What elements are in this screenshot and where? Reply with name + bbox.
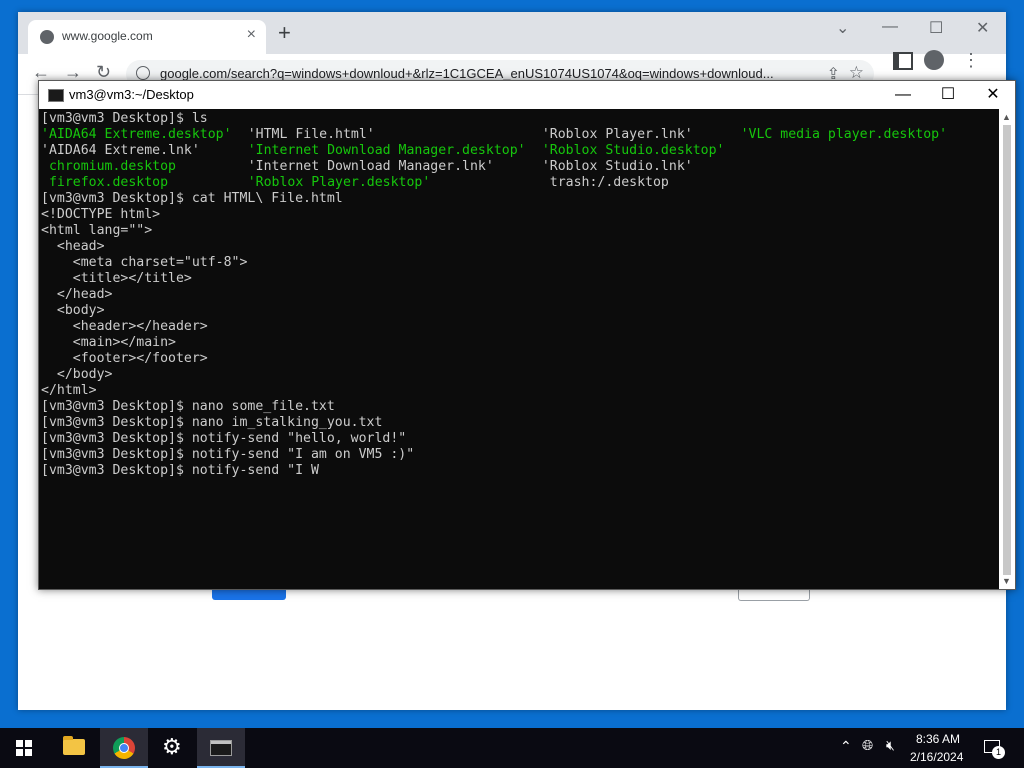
terminal-maximize-icon[interactable]: ☐ (925, 82, 971, 108)
chrome-tab-bar: www.google.com × + ⌄ — ☐ ✕ (18, 12, 1006, 54)
terminal-text: 'Internet Download Manager.lnk' (247, 159, 494, 174)
terminal-titlebar[interactable]: vm3@vm3:~/Desktop — ☐ ✕ (39, 81, 1015, 109)
terminal-line: <footer></footer> (41, 351, 999, 367)
terminal-line: </body> (41, 367, 999, 383)
taskbar: ⚙ ⌃ 🌐︎ 🔇︎ (0, 728, 1024, 768)
start-button[interactable] (0, 728, 48, 768)
scroll-thumb[interactable] (1003, 125, 1011, 575)
terminal-text: <title></title> (41, 271, 192, 286)
chrome-tab[interactable]: www.google.com × (28, 20, 266, 54)
terminal-line: 'AIDA64 Extreme.lnk' 'Internet Download M… (41, 143, 999, 159)
terminal-text: [vm3@vm3 Desktop]$ cat HTML\ File.html (41, 191, 343, 206)
more-menu-icon[interactable]: ⋮ (962, 50, 980, 71)
tab-title: www.google.com (62, 29, 153, 43)
terminal-text: 'HTML File.html' (247, 127, 375, 142)
tab-close-icon[interactable]: × (247, 26, 256, 44)
terminal-line: [vm3@vm3 Desktop]$ notify-send "I am on … (41, 447, 999, 463)
terminal-text: 'Roblox Player.desktop' (247, 175, 431, 190)
terminal-close-icon[interactable]: ✕ (970, 82, 1016, 108)
notification-badge: 1 (992, 746, 1005, 759)
terminal-text: 'AIDA64 Extreme.lnk' (41, 143, 200, 158)
terminal-text: [vm3@vm3 Desktop]$ nano im_stalking_you.… (41, 415, 383, 430)
terminal-text: firefox.desktop (41, 175, 169, 190)
minimize-icon[interactable]: — (882, 18, 898, 36)
terminal-text: [vm3@vm3 Desktop]$ notify-send "I am on … (41, 447, 415, 462)
terminal-text: chromium.desktop (41, 159, 176, 174)
terminal-app-icon (210, 740, 232, 756)
terminal-line: </head> (41, 287, 999, 303)
terminal-text: 'Roblox Studio.desktop' (541, 143, 725, 158)
terminal-text: 'Internet Download Manager.desktop' (247, 143, 526, 158)
terminal-text: <main></main> (41, 335, 176, 350)
terminal-scrollbar[interactable]: ▲ ▼ (999, 109, 1015, 589)
terminal-line: <!DOCTYPE html> (41, 207, 999, 223)
new-tab-icon[interactable]: + (278, 22, 291, 44)
terminal-minimize-icon[interactable]: — (880, 82, 926, 108)
terminal-text: </head> (41, 287, 113, 302)
windows-logo-icon (16, 740, 32, 756)
scroll-up-icon[interactable]: ▲ (1002, 112, 1011, 122)
terminal-text: trash:/.desktop (541, 175, 669, 190)
terminal-line: <main></main> (41, 335, 999, 351)
terminal-text: [vm3@vm3 Desktop]$ notify-send "hello, w… (41, 431, 407, 446)
terminal-line: chromium.desktop 'Internet Download Manag… (41, 159, 999, 175)
profile-avatar-icon[interactable] (924, 50, 944, 70)
terminal-text: <head> (41, 239, 105, 254)
terminal-line: <title></title> (41, 271, 999, 287)
terminal-line: [vm3@vm3 Desktop]$ cat HTML\ File.html (41, 191, 999, 207)
taskbar-chrome[interactable] (100, 728, 148, 768)
close-icon[interactable]: ✕ (976, 18, 989, 38)
gear-icon: ⚙ (162, 734, 182, 759)
terminal-text: <html lang=""> (41, 223, 153, 238)
terminal-line: <meta charset="utf-8"> (41, 255, 999, 271)
taskbar-settings[interactable]: ⚙ (148, 728, 196, 768)
terminal-icon (48, 89, 64, 102)
terminal-text: [vm3@vm3 Desktop]$ notify-send "I W (41, 463, 319, 478)
terminal-text: 'VLC media player.desktop' (740, 127, 948, 142)
terminal-line: [vm3@vm3 Desktop]$ ls (41, 111, 999, 127)
terminal-text: </html> (41, 383, 97, 398)
clock-time[interactable]: 8:36 AM (916, 732, 960, 746)
side-panel-icon[interactable] (893, 52, 913, 70)
terminal-line: 'AIDA64 Extreme.desktop' 'HTML File.html'… (41, 127, 999, 143)
terminal-text: <body> (41, 303, 105, 318)
volume-muted-icon[interactable]: 🔇︎ (886, 737, 895, 754)
terminal-text: 'Roblox Player.lnk' (541, 127, 693, 142)
terminal-text: 'Roblox Studio.lnk' (541, 159, 693, 174)
maximize-icon[interactable]: ☐ (929, 18, 943, 38)
terminal-window[interactable]: vm3@vm3:~/Desktop — ☐ ✕ [vm3@vm3 Desktop… (38, 80, 1016, 590)
terminal-line: [vm3@vm3 Desktop]$ nano some_file.txt (41, 399, 999, 415)
terminal-text: <meta charset="utf-8"> (41, 255, 248, 270)
terminal-line: [vm3@vm3 Desktop]$ notify-send "I W (41, 463, 999, 479)
scroll-down-icon[interactable]: ▼ (1002, 576, 1011, 586)
terminal-text: [vm3@vm3 Desktop]$ ls (41, 111, 208, 126)
terminal-text: 'AIDA64 Extreme.desktop' (41, 127, 232, 142)
clock-date[interactable]: 2/16/2024 (910, 750, 963, 764)
terminal-line: <html lang=""> (41, 223, 999, 239)
terminal-text: <!DOCTYPE html> (41, 207, 161, 222)
terminal-line: <head> (41, 239, 999, 255)
terminal-line: [vm3@vm3 Desktop]$ nano im_stalking_you.… (41, 415, 999, 431)
taskbar-terminal[interactable] (197, 728, 245, 768)
terminal-text: </body> (41, 367, 113, 382)
terminal-output[interactable]: [vm3@vm3 Desktop]$ ls 'AIDA64 Extreme.des… (39, 109, 999, 589)
terminal-line: <header></header> (41, 319, 999, 335)
network-globe-icon[interactable]: 🌐︎ (862, 737, 873, 754)
terminal-line: </html> (41, 383, 999, 399)
terminal-line: <body> (41, 303, 999, 319)
chrome-icon (113, 737, 135, 759)
terminal-line: [vm3@vm3 Desktop]$ notify-send "hello, w… (41, 431, 999, 447)
chevron-up-icon[interactable]: ⌃ (840, 738, 852, 755)
site-info-icon[interactable] (136, 66, 150, 80)
globe-icon (40, 30, 54, 44)
terminal-line: firefox.desktop 'Roblox Player.desktop' t… (41, 175, 999, 191)
terminal-text: <footer></footer> (41, 351, 208, 366)
terminal-text: [vm3@vm3 Desktop]$ nano some_file.txt (41, 399, 335, 414)
url-text[interactable]: google.com/search?q=windows+downloud+&rl… (160, 66, 820, 81)
terminal-text: <header></header> (41, 319, 208, 334)
taskbar-file-explorer[interactable] (50, 728, 98, 768)
terminal-title: vm3@vm3:~/Desktop (69, 87, 194, 102)
tab-search-icon[interactable]: ⌄ (836, 18, 849, 38)
folder-icon (63, 736, 85, 755)
